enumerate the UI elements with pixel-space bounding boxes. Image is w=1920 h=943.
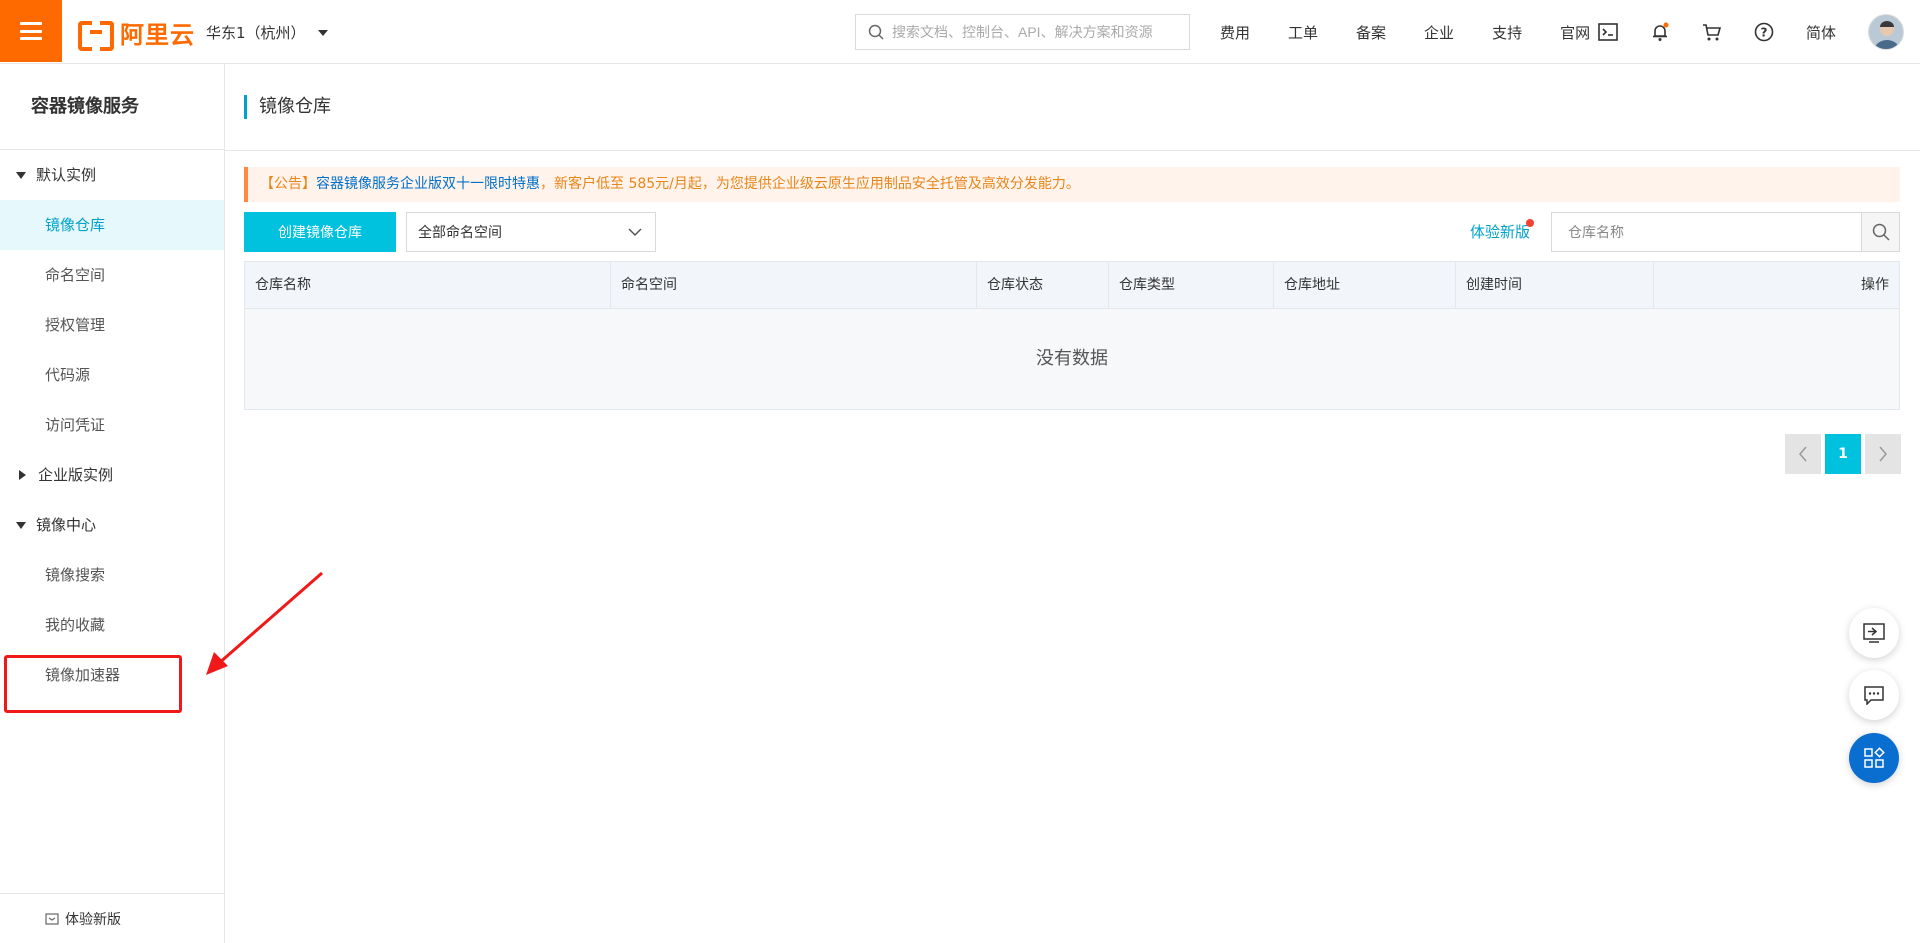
search-icon [1872, 223, 1890, 241]
sidebar-item-repositories[interactable]: 镜像仓库 [0, 200, 224, 250]
sidebar-item-authorization[interactable]: 授权管理 [0, 300, 224, 350]
annotation-arrow-icon [206, 571, 323, 675]
nav-support[interactable]: 支持 [1492, 22, 1522, 43]
nav-enterprise[interactable]: 企业 [1424, 22, 1454, 43]
column-header-repo-name: 仓库名称 [245, 262, 611, 308]
floating-chat-button[interactable] [1849, 670, 1899, 720]
repository-name-input[interactable] [1552, 213, 1861, 251]
cart-icon[interactable] [1700, 20, 1724, 44]
switch-version-icon [45, 912, 59, 925]
region-label: 华东1（杭州） [206, 24, 306, 42]
language-switch[interactable]: 简体 [1806, 22, 1836, 43]
search-icon [868, 24, 884, 40]
terminal-icon[interactable] [1596, 20, 1620, 44]
menu-icon [20, 22, 42, 40]
pagination: 1 [1785, 434, 1901, 474]
avatar[interactable] [1868, 14, 1904, 50]
screen-share-icon [1863, 623, 1885, 643]
svg-text:?: ? [1761, 26, 1768, 40]
chat-icon [1864, 686, 1884, 705]
sidebar-group-image-center[interactable]: 镜像中心 [0, 500, 224, 550]
top-bar: 阿里云 华东1（杭州） 费用 工单 备案 企业 支持 官网 ? 简体 [0, 0, 1920, 64]
logo-text: 阿里云 [120, 20, 195, 49]
table-header: 仓库名称 命名空间 仓库状态 仓库类型 仓库地址 创建时间 操作 [245, 262, 1899, 309]
create-repository-button[interactable]: 创建镜像仓库 [244, 212, 396, 252]
chevron-down-icon [628, 228, 642, 237]
sidebar-item-image-search[interactable]: 镜像搜索 [0, 550, 224, 600]
sidebar-item-namespaces[interactable]: 命名空间 [0, 250, 224, 300]
sidebar-group-label: 镜像中心 [36, 516, 97, 534]
nav-tickets[interactable]: 工单 [1288, 22, 1318, 43]
namespace-select[interactable]: 全部命名空间 [406, 212, 656, 252]
page-button-current[interactable]: 1 [1825, 434, 1861, 474]
prev-page-button[interactable] [1785, 434, 1821, 474]
repository-name-search [1551, 212, 1900, 252]
nav-icp[interactable]: 备案 [1356, 22, 1386, 43]
new-badge-dot [1526, 219, 1534, 227]
sidebar-menu: 默认实例 镜像仓库 命名空间 授权管理 代码源 访问凭证 企业版实例 镜像中心 … [0, 150, 224, 700]
caret-down-icon [16, 171, 26, 179]
logo[interactable]: 阿里云 [78, 17, 195, 51]
column-header-status: 仓库状态 [977, 262, 1109, 308]
column-header-namespace: 命名空间 [611, 262, 977, 308]
sidebar-footer-label: 体验新版 [65, 911, 121, 928]
sidebar-item-access-credentials[interactable]: 访问凭证 [0, 400, 224, 450]
global-search-input[interactable] [892, 24, 1182, 40]
menu-button[interactable] [0, 0, 62, 62]
namespace-select-value: 全部命名空间 [418, 225, 502, 241]
announcement-prefix: 【公告】 [260, 176, 316, 192]
sidebar-title: 容器镜像服务 [0, 64, 224, 150]
repository-table: 仓库名称 命名空间 仓库状态 仓库类型 仓库地址 创建时间 操作 没有数据 [244, 261, 1900, 410]
page-header: 镜像仓库 [225, 64, 1920, 151]
sidebar-group-enterprise-instance[interactable]: 企业版实例 [0, 450, 224, 500]
try-new-version-link[interactable]: 体验新版 [1470, 221, 1530, 242]
announcement-link-promo[interactable]: 双十一限时特惠 [442, 176, 540, 192]
announcement-banner: 【公告】容器镜像服务企业版双十一限时特惠，新客户低至 585元/月起，为您提供企… [244, 167, 1900, 202]
global-search[interactable] [855, 14, 1190, 50]
column-header-address: 仓库地址 [1274, 262, 1456, 308]
help-icon[interactable]: ? [1752, 20, 1776, 44]
table-empty-state: 没有数据 [245, 309, 1899, 409]
chevron-left-icon [1799, 446, 1807, 462]
annotation-highlight-box [4, 655, 182, 713]
sidebar-group-label: 默认实例 [36, 166, 97, 184]
floating-screen-button[interactable] [1849, 608, 1899, 658]
sidebar-item-code-source[interactable]: 代码源 [0, 350, 224, 400]
column-header-created-time: 创建时间 [1456, 262, 1654, 308]
nav-official-site[interactable]: 官网 [1560, 22, 1590, 43]
floating-apps-button[interactable] [1849, 733, 1899, 783]
caret-down-icon [16, 521, 26, 529]
sidebar-item-favorites[interactable]: 我的收藏 [0, 600, 224, 650]
apps-grid-icon [1864, 747, 1885, 768]
column-header-type: 仓库类型 [1109, 262, 1274, 308]
chevron-right-icon [1879, 446, 1887, 462]
sidebar-try-new-version[interactable]: 体验新版 [0, 893, 224, 943]
bell-icon[interactable] [1648, 20, 1672, 44]
search-button[interactable] [1861, 213, 1899, 251]
column-header-actions: 操作 [1861, 277, 1889, 293]
sidebar: 容器镜像服务 默认实例 镜像仓库 命名空间 授权管理 代码源 访问凭证 企业版实… [0, 64, 225, 943]
announcement-link-enterprise[interactable]: 容器镜像服务企业版 [316, 176, 442, 192]
announcement-text: ，新客户低至 585元/月起，为您提供企业级云原生应用制品安全托管及高效分发能力… [540, 176, 1080, 192]
next-page-button[interactable] [1865, 434, 1901, 474]
sidebar-group-default-instance[interactable]: 默认实例 [0, 150, 224, 200]
region-selector[interactable]: 华东1（杭州） [206, 22, 328, 43]
page-title: 镜像仓库 [244, 95, 331, 119]
caret-right-icon [19, 470, 26, 480]
nav-fees[interactable]: 费用 [1220, 22, 1250, 43]
caret-down-icon [317, 29, 328, 36]
top-nav: 费用 工单 备案 企业 支持 官网 [1220, 0, 1628, 64]
sidebar-group-label: 企业版实例 [38, 466, 114, 484]
aliyun-logo-icon [78, 21, 114, 51]
